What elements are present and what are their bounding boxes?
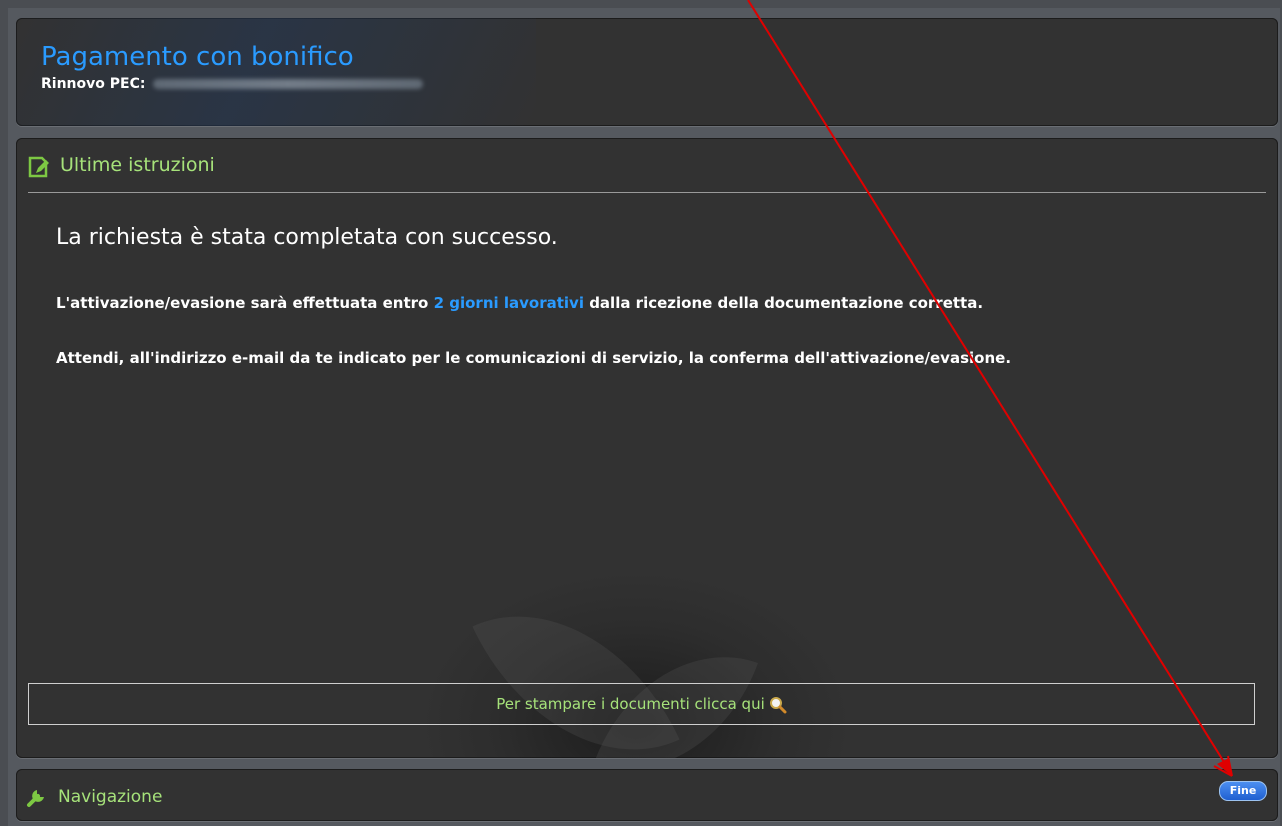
instructions-panel: Ultime istruzioni La richiesta è stata c… bbox=[16, 138, 1278, 758]
navigation-panel: Navigazione Fine bbox=[16, 769, 1278, 821]
page-subtitle: Rinnovo PEC: bbox=[41, 76, 424, 92]
activation-text: L'attivazione/evasione sarà effettuata e… bbox=[56, 294, 434, 312]
subtitle-label: Rinnovo PEC: bbox=[41, 76, 146, 92]
edit-document-icon bbox=[28, 156, 49, 178]
redacted-email bbox=[153, 79, 424, 89]
activation-text-end: dalla ricezione della documentazione cor… bbox=[583, 294, 984, 312]
page-title: Pagamento con bonifico bbox=[41, 42, 354, 72]
activation-info: L'attivazione/evasione sarà effettuata e… bbox=[56, 294, 983, 312]
page-header: Pagamento con bonifico Rinnovo PEC: bbox=[16, 18, 1278, 126]
section-header: Ultime istruzioni bbox=[28, 152, 1266, 193]
print-documents-box: Per stampare i documenti clicca qui bbox=[28, 683, 1255, 725]
navigation-title: Navigazione bbox=[58, 787, 163, 807]
header-banner bbox=[16, 18, 536, 126]
print-documents-link[interactable]: Per stampare i documenti clicca qui bbox=[496, 695, 787, 714]
email-info: Attendi, all'indirizzo e-mail da te indi… bbox=[56, 349, 1012, 367]
section-title: Ultime istruzioni bbox=[60, 154, 215, 176]
working-days-highlight: 2 giorni lavorativi bbox=[433, 294, 584, 312]
wrench-icon bbox=[27, 790, 44, 807]
success-message: La richiesta è stata completata con succ… bbox=[56, 225, 558, 250]
magnifier-icon[interactable] bbox=[769, 696, 787, 714]
finish-button[interactable]: Fine bbox=[1219, 781, 1267, 801]
print-link-label: Per stampare i documenti clicca qui bbox=[496, 695, 765, 713]
